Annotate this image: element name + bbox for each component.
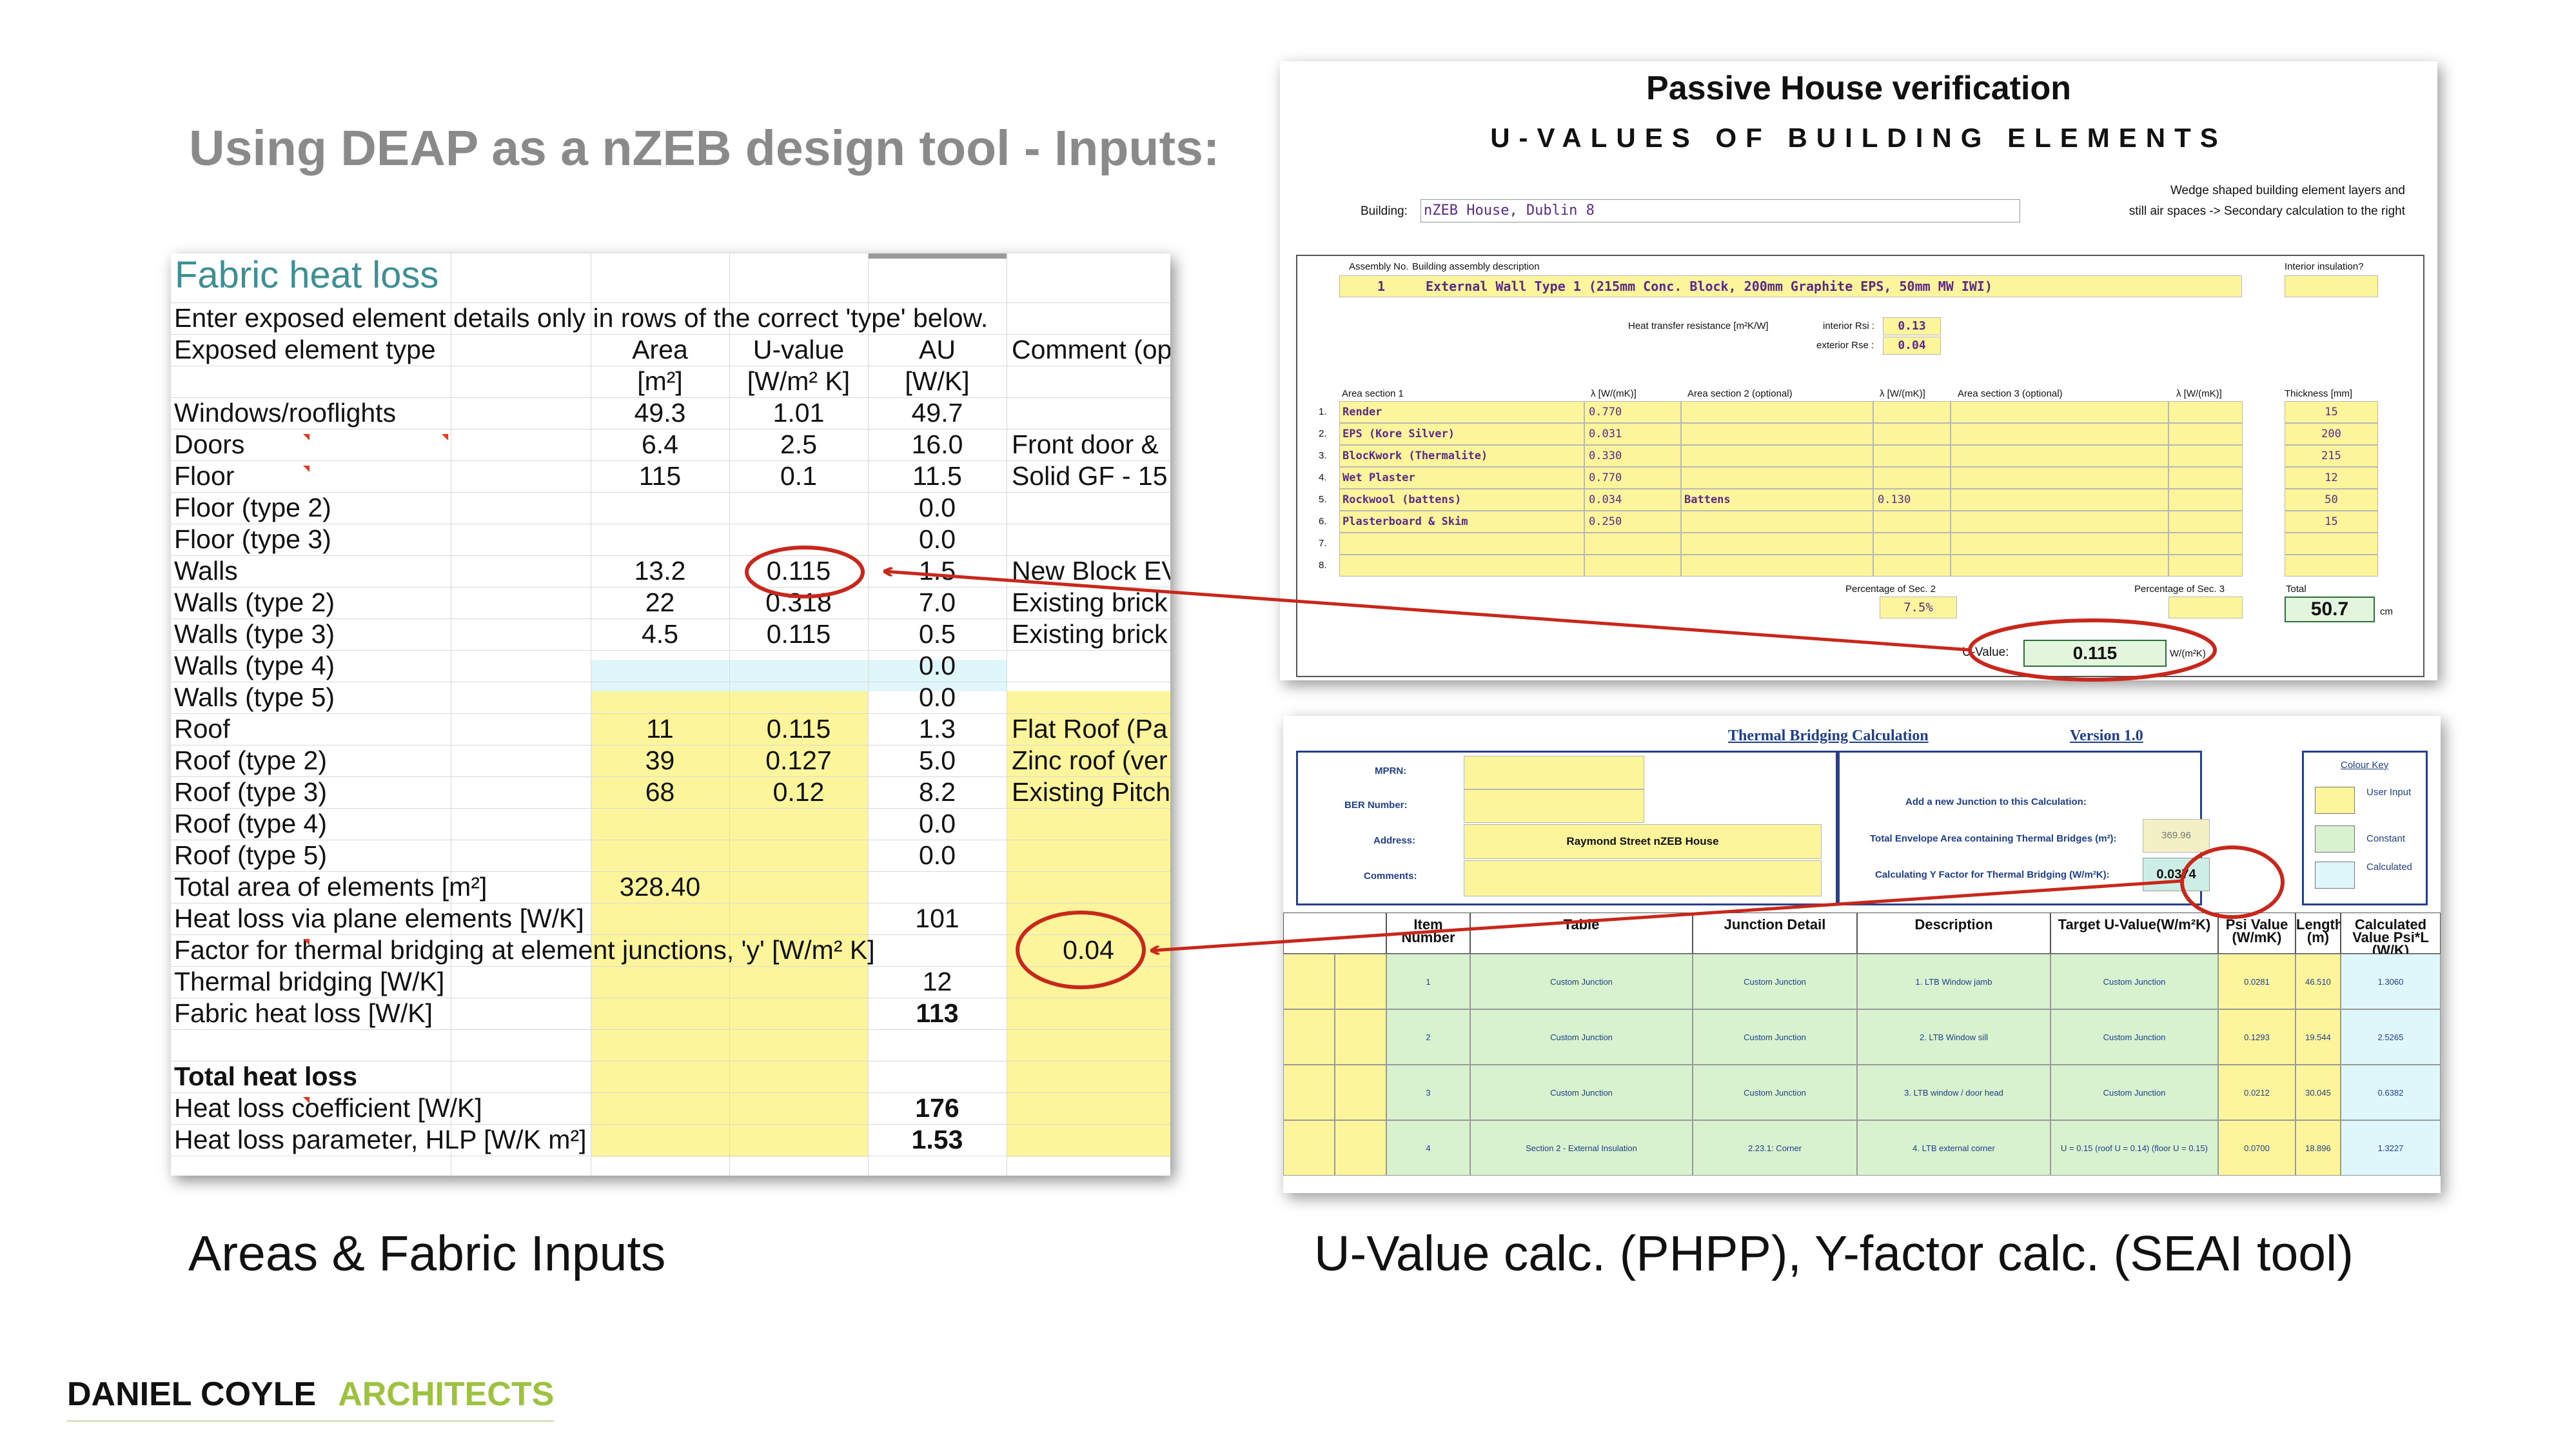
highlight-tb-y-value: [2180, 845, 2285, 919]
highlight-walls-u-value: [745, 546, 865, 598]
arrow-u-value: [885, 571, 1972, 652]
caption-right: U-Value calc. (PHPP), Y-factor calc. (SE…: [1314, 1226, 2354, 1281]
footer-brand: DANIEL COYLE ARCHITECTS: [67, 1375, 555, 1422]
caption-left: Areas & Fabric Inputs: [188, 1226, 666, 1281]
arrow-y-factor: [1152, 879, 2183, 951]
footer-firm: ARCHITECTS: [338, 1376, 555, 1413]
footer-name: DANIEL COYLE: [67, 1376, 317, 1413]
highlight-phpp-u-value: [1968, 618, 2217, 682]
highlight-y-factor: [1016, 911, 1146, 989]
